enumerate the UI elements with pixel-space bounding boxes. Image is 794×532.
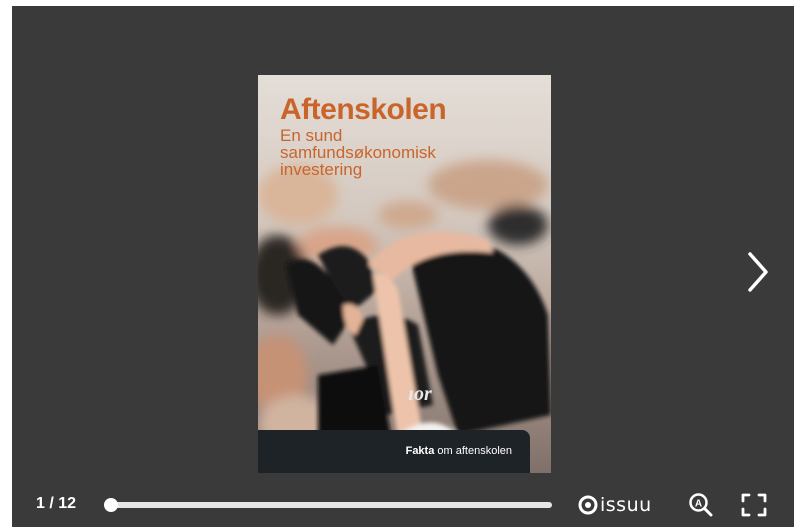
- cover-footer-bold: Fakta: [405, 445, 435, 457]
- zoom-icon: A: [689, 493, 713, 517]
- page-counter: 1 / 12: [36, 495, 77, 512]
- next-page-button[interactable]: [742, 248, 774, 296]
- svg-text:ɪor: ɪor: [408, 383, 432, 405]
- svg-text:A: A: [695, 499, 702, 510]
- document-viewer: ɪor Aftenskolen En sund samfundsøkonomis…: [12, 6, 794, 527]
- cover-page[interactable]: ɪor Aftenskolen En sund samfundsøkonomis…: [258, 75, 551, 473]
- fullscreen-icon: [741, 493, 767, 517]
- cover-title: Aftenskolen: [280, 93, 447, 126]
- cover-subtitle: En sund samfundsøkonomisk investering: [280, 126, 436, 179]
- chevron-right-icon: [748, 252, 768, 292]
- page-slider[interactable]: [104, 498, 552, 512]
- issuu-logo[interactable]: issuu: [578, 493, 652, 517]
- page-slider-thumb[interactable]: [104, 498, 118, 512]
- cover-footer-bar: Fakta om aftenskolen: [258, 430, 530, 473]
- control-bar: 1 / 12 issuu A: [12, 484, 794, 527]
- zoom-button[interactable]: A: [688, 492, 714, 518]
- issuu-logo-text: issuu: [600, 494, 652, 516]
- cover-footer-rest: om aftenskolen: [434, 445, 512, 457]
- cover-footer-text: Fakta om aftenskolen: [406, 445, 512, 457]
- issuu-logo-icon: [578, 495, 598, 515]
- fullscreen-button[interactable]: [740, 492, 768, 518]
